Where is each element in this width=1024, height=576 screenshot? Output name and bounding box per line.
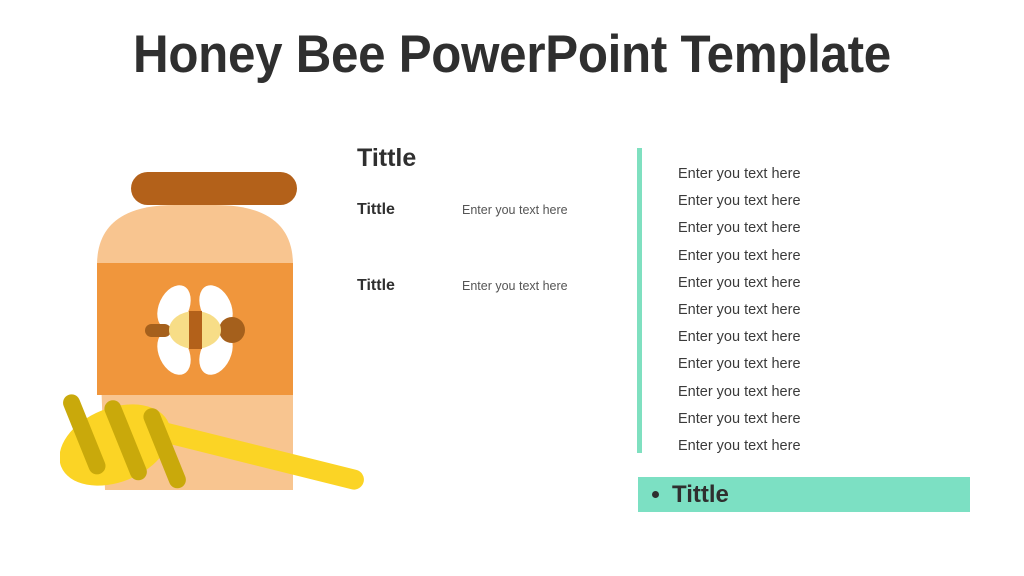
middle-row-2-label: Tittle [357, 277, 395, 294]
middle-row-2-text: Enter you text here [462, 279, 568, 293]
list-item: Enter you text here [678, 274, 801, 291]
page-title: Honey Bee PowerPoint Template [133, 25, 891, 84]
honey-jar-illustration [60, 160, 380, 505]
list-item: Enter you text here [678, 356, 801, 373]
list-item: Enter you text here [678, 193, 801, 210]
jar-lid [131, 172, 297, 205]
list-item: Enter you text here [678, 247, 801, 264]
list-item: Enter you text here [678, 410, 801, 427]
middle-row-1-text: Enter you text here [462, 203, 568, 217]
list-item: Enter you text here [678, 329, 801, 346]
banner-label: Tittle [672, 480, 729, 508]
bullet-icon [652, 491, 659, 498]
list-item: Enter you text here [678, 166, 801, 182]
middle-row-1: Tittle Enter you text here [357, 201, 617, 219]
right-text-column: Enter you text here Enter you text here En… [637, 148, 977, 454]
middle-row-2: Tittle Enter you text here [357, 277, 617, 295]
middle-column-heading: Tittle [357, 144, 417, 172]
list-item: Enter you text here [678, 383, 801, 400]
middle-text-column: Tittle Tittle Enter you text here Tittle… [357, 144, 617, 295]
list-item: Enter you text here [678, 302, 801, 319]
slide-canvas: Honey Bee PowerPoint Template Tittle Tit… [0, 0, 1024, 576]
accent-bar [637, 148, 642, 453]
right-text-list: Enter you text here Enter you text here En… [678, 161, 801, 460]
middle-row-1-label: Tittle [357, 201, 395, 218]
list-item: Enter you text here [678, 438, 801, 455]
list-item: Enter you text here [678, 220, 801, 237]
banner-tittle: Tittle [638, 477, 970, 512]
